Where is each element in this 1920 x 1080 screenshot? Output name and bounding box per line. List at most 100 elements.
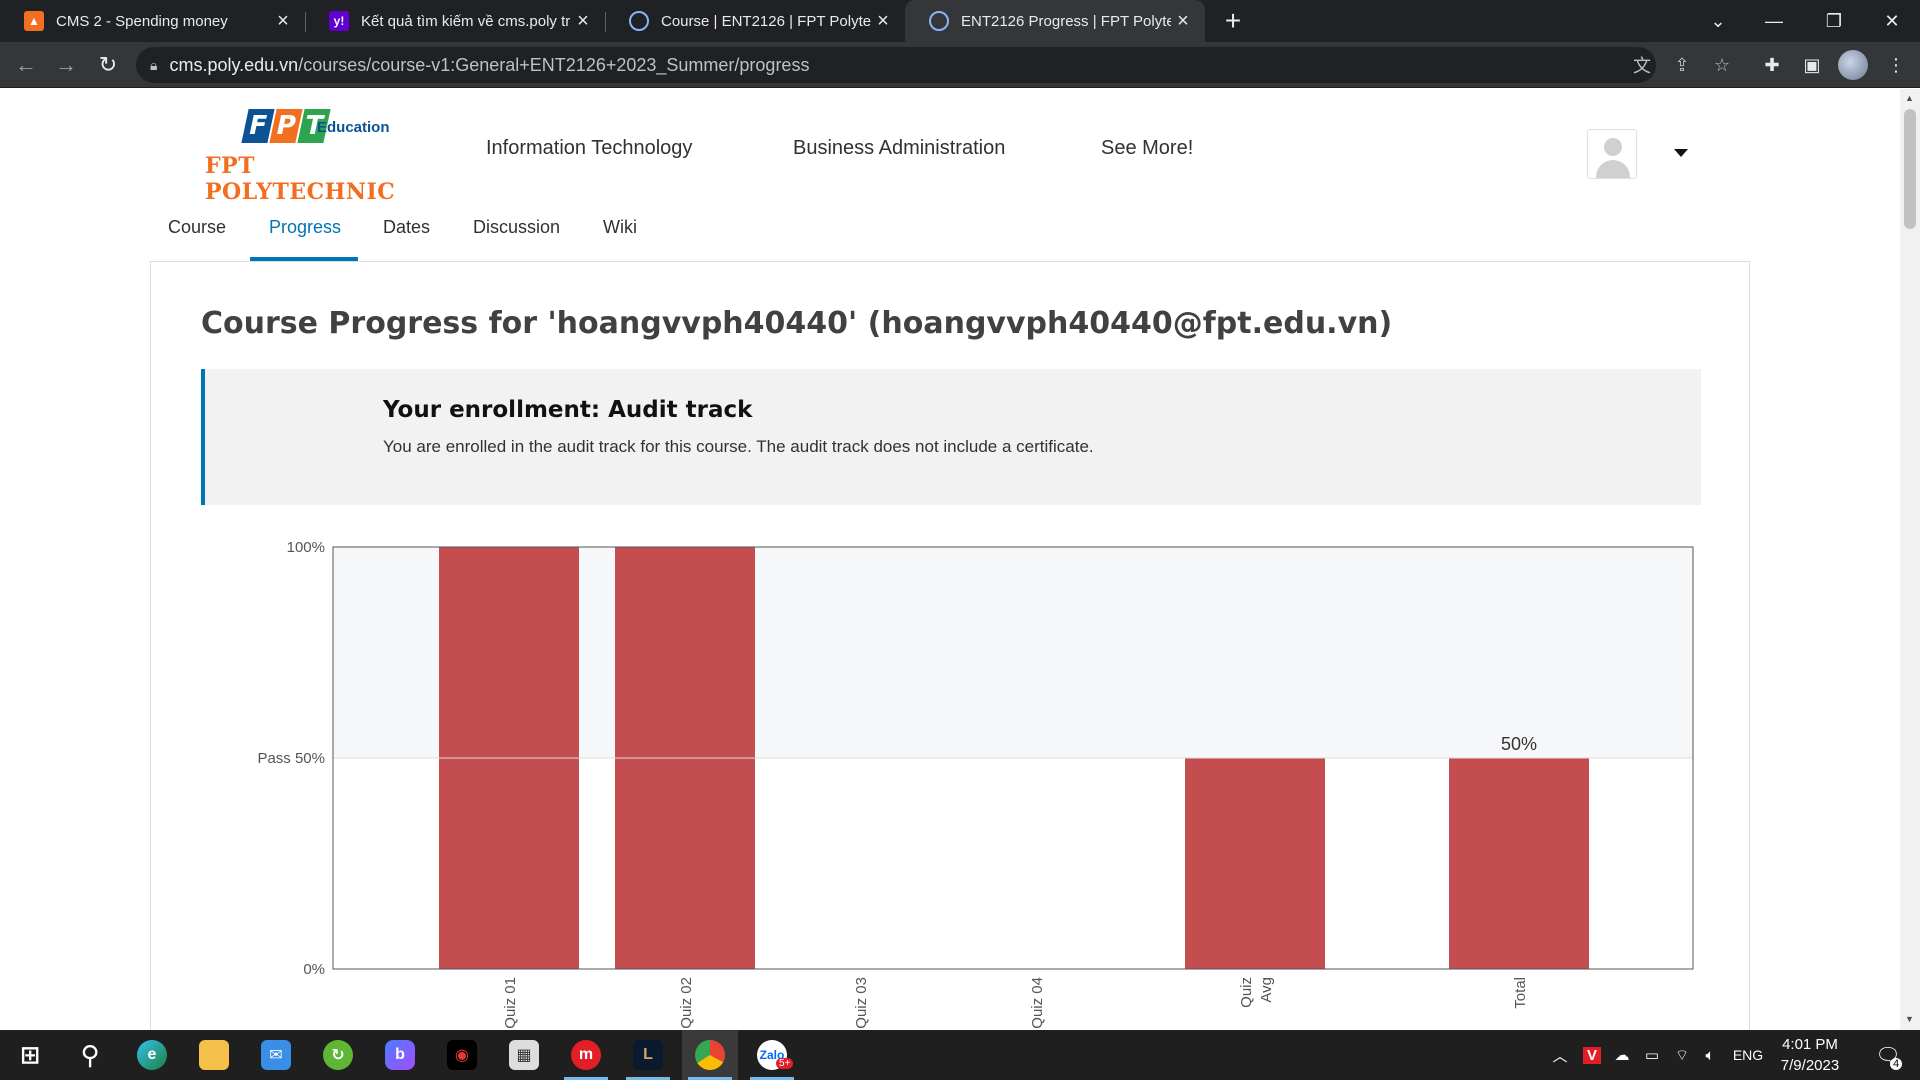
notification-badge: 5+ bbox=[776, 1058, 794, 1069]
league-icon: L bbox=[633, 1040, 663, 1070]
taskbar-app[interactable]: e bbox=[124, 1030, 180, 1080]
edge-icon: e bbox=[137, 1040, 167, 1070]
scroll-up-icon[interactable]: ▲ bbox=[1905, 93, 1914, 103]
tab-title: Course | ENT2126 | FPT Polytechn bbox=[661, 12, 871, 30]
translate-icon[interactable]: 文 bbox=[1630, 53, 1654, 77]
tab-course[interactable]: Course bbox=[168, 217, 226, 238]
taskbar-app[interactable]: ▦ bbox=[496, 1030, 552, 1080]
logo-education-text: Education bbox=[317, 119, 390, 136]
user-avatar[interactable] bbox=[1587, 129, 1637, 179]
url-text: cms.poly.edu.vn/courses/course-v1:Genera… bbox=[169, 54, 810, 75]
translate-icon[interactable] bbox=[136, 55, 158, 77]
scrollbar-thumb[interactable] bbox=[1904, 109, 1916, 229]
reload-button[interactable]: ↻ bbox=[92, 49, 124, 81]
taskbar-app[interactable]: Zalo 5+ bbox=[744, 1030, 800, 1080]
enrollment-message: Your enrollment: Audit track You are enr… bbox=[201, 369, 1701, 505]
tab-discussion[interactable]: Discussion bbox=[473, 217, 560, 238]
nav-see-more[interactable]: See More! bbox=[1101, 137, 1193, 160]
x-tick-label: Quiz bbox=[1238, 977, 1255, 1008]
close-icon[interactable]: × bbox=[271, 9, 295, 33]
scroll-down-icon[interactable]: ▼ bbox=[1905, 1014, 1914, 1024]
y-tick-label: 0% bbox=[303, 961, 325, 978]
profile-avatar[interactable] bbox=[1838, 50, 1868, 80]
clock-time: 4:01 PM bbox=[1782, 1036, 1838, 1053]
page-title: Course Progress for 'hoangvvph40440' (ho… bbox=[201, 306, 1393, 341]
action-center-button[interactable]: 🗨︎ 4 bbox=[1868, 1030, 1908, 1080]
total-value-label: 50% bbox=[1501, 734, 1537, 754]
taskbar-app[interactable]: L bbox=[620, 1030, 676, 1080]
close-icon[interactable]: × bbox=[571, 9, 595, 33]
battery-icon[interactable]: ▭ bbox=[1638, 1030, 1666, 1080]
close-window-button[interactable]: ✕ bbox=[1864, 0, 1920, 42]
notification-count: 4 bbox=[1890, 1058, 1903, 1070]
onedrive-icon[interactable]: ☁ bbox=[1608, 1030, 1636, 1080]
cms-icon: ▲ bbox=[24, 11, 44, 31]
tab-title: Kết quả tìm kiếm về cms.poly trê bbox=[361, 12, 571, 30]
show-hidden-icons-button[interactable]: ︿ bbox=[1546, 1030, 1574, 1080]
mail-icon: ✉ bbox=[261, 1040, 291, 1070]
forward-button[interactable]: → bbox=[50, 49, 82, 81]
tab-dates[interactable]: Dates bbox=[383, 217, 430, 238]
taskbar-app[interactable]: ✉ bbox=[248, 1030, 304, 1080]
search-button[interactable]: ⚲ bbox=[62, 1030, 118, 1080]
new-tab-button[interactable]: + bbox=[1218, 5, 1248, 36]
share-icon[interactable]: ⇪ bbox=[1670, 53, 1694, 77]
taskbar-app[interactable]: ◉ bbox=[434, 1030, 490, 1080]
x-tick-label: Quiz 02 bbox=[678, 977, 695, 1029]
address-bar[interactable]: 🔒︎ cms.poly.edu.vn/courses/course-v1:Gen… bbox=[136, 47, 1656, 83]
browser-toolbar: ← → ↻ 🔒︎ cms.poly.edu.vn/courses/course-… bbox=[0, 42, 1920, 88]
close-icon[interactable]: × bbox=[1171, 9, 1195, 33]
bing-icon: b bbox=[385, 1040, 415, 1070]
red-app-icon: m bbox=[571, 1040, 601, 1070]
back-button[interactable]: ← bbox=[10, 49, 42, 81]
windows-taskbar: ⊞ ⚲ e ✉ ↻ b ◉ ▦ m L Zalo 5+ ︿ V ☁ ▭ ⌔ 🔈︎ … bbox=[0, 1030, 1920, 1080]
search-icon: ⚲ bbox=[80, 1039, 100, 1070]
start-button[interactable]: ⊞ bbox=[2, 1030, 58, 1080]
taskbar-clock[interactable]: 4:01 PM 7/9/2023 bbox=[1760, 1034, 1860, 1076]
tab-progress[interactable]: Progress bbox=[269, 217, 341, 238]
garena-icon: ◉ bbox=[447, 1040, 477, 1070]
tab-title: ENT2126 Progress | FPT Polytechn bbox=[961, 12, 1171, 30]
browser-tab-4-active[interactable]: ENT2126 Progress | FPT Polytechn × bbox=[905, 0, 1205, 42]
bookmark-star-icon[interactable]: ☆ bbox=[1710, 53, 1734, 77]
chart-bar bbox=[1185, 758, 1325, 969]
enrollment-text: You are enrolled in the audit track for … bbox=[383, 437, 1094, 456]
enrollment-heading: Your enrollment: Audit track bbox=[383, 397, 753, 423]
tab-search-button[interactable]: ⌄ bbox=[1690, 0, 1746, 42]
taskbar-app[interactable]: m bbox=[558, 1030, 614, 1080]
menu-icon[interactable]: ⋮ bbox=[1884, 53, 1908, 77]
extensions-icon[interactable]: ✚ bbox=[1760, 53, 1784, 77]
nav-information-technology[interactable]: Information Technology bbox=[486, 137, 692, 160]
logo-polytechnic-text: FPT POLYTECHNIC bbox=[205, 153, 396, 205]
browser-tab-3[interactable]: Course | ENT2126 | FPT Polytechn × bbox=[605, 0, 905, 42]
page-scrollbar[interactable]: ▲ ▼ bbox=[1900, 89, 1920, 1030]
user-menu-caret-icon[interactable] bbox=[1674, 149, 1688, 157]
file-explorer-icon bbox=[199, 1040, 229, 1070]
x-tick-label: Quiz 01 bbox=[502, 977, 519, 1029]
clock-date: 7/9/2023 bbox=[1780, 1057, 1840, 1074]
nav-business-administration[interactable]: Business Administration bbox=[793, 137, 1005, 160]
tray-v-icon[interactable]: V bbox=[1578, 1030, 1606, 1080]
y-tick-label: Pass 50% bbox=[257, 750, 325, 767]
minimize-button[interactable]: — bbox=[1746, 0, 1802, 42]
taskbar-app[interactable]: b bbox=[372, 1030, 428, 1080]
chrome-icon bbox=[695, 1040, 725, 1070]
taskbar-app-active[interactable] bbox=[682, 1030, 738, 1080]
tab-wiki[interactable]: Wiki bbox=[603, 217, 637, 238]
x-tick-label: Quiz 03 bbox=[853, 977, 870, 1029]
wifi-icon[interactable]: ⌔ bbox=[1668, 1030, 1696, 1080]
taskbar-app[interactable]: ↻ bbox=[310, 1030, 366, 1080]
x-tick-label: Quiz 04 bbox=[1029, 977, 1046, 1029]
green-app-icon: ↻ bbox=[323, 1040, 353, 1070]
fpt-polytechnic-logo[interactable]: F P T Education FPT POLYTECHNIC bbox=[205, 109, 425, 205]
loading-icon bbox=[629, 11, 649, 31]
taskbar-app[interactable] bbox=[186, 1030, 242, 1080]
page-content: F P T Education FPT POLYTECHNIC Informat… bbox=[0, 89, 1900, 1030]
browser-tab-2[interactable]: y! Kết quả tìm kiếm về cms.poly trê × bbox=[305, 0, 605, 42]
volume-icon[interactable]: 🔈︎ bbox=[1696, 1030, 1724, 1080]
x-tick-label: Total bbox=[1512, 977, 1529, 1009]
side-panel-icon[interactable]: ▣ bbox=[1800, 53, 1824, 77]
restore-button[interactable]: ❐ bbox=[1806, 0, 1862, 42]
browser-tab-1[interactable]: ▲ CMS 2 - Spending money × bbox=[0, 0, 305, 42]
close-icon[interactable]: × bbox=[871, 9, 895, 33]
